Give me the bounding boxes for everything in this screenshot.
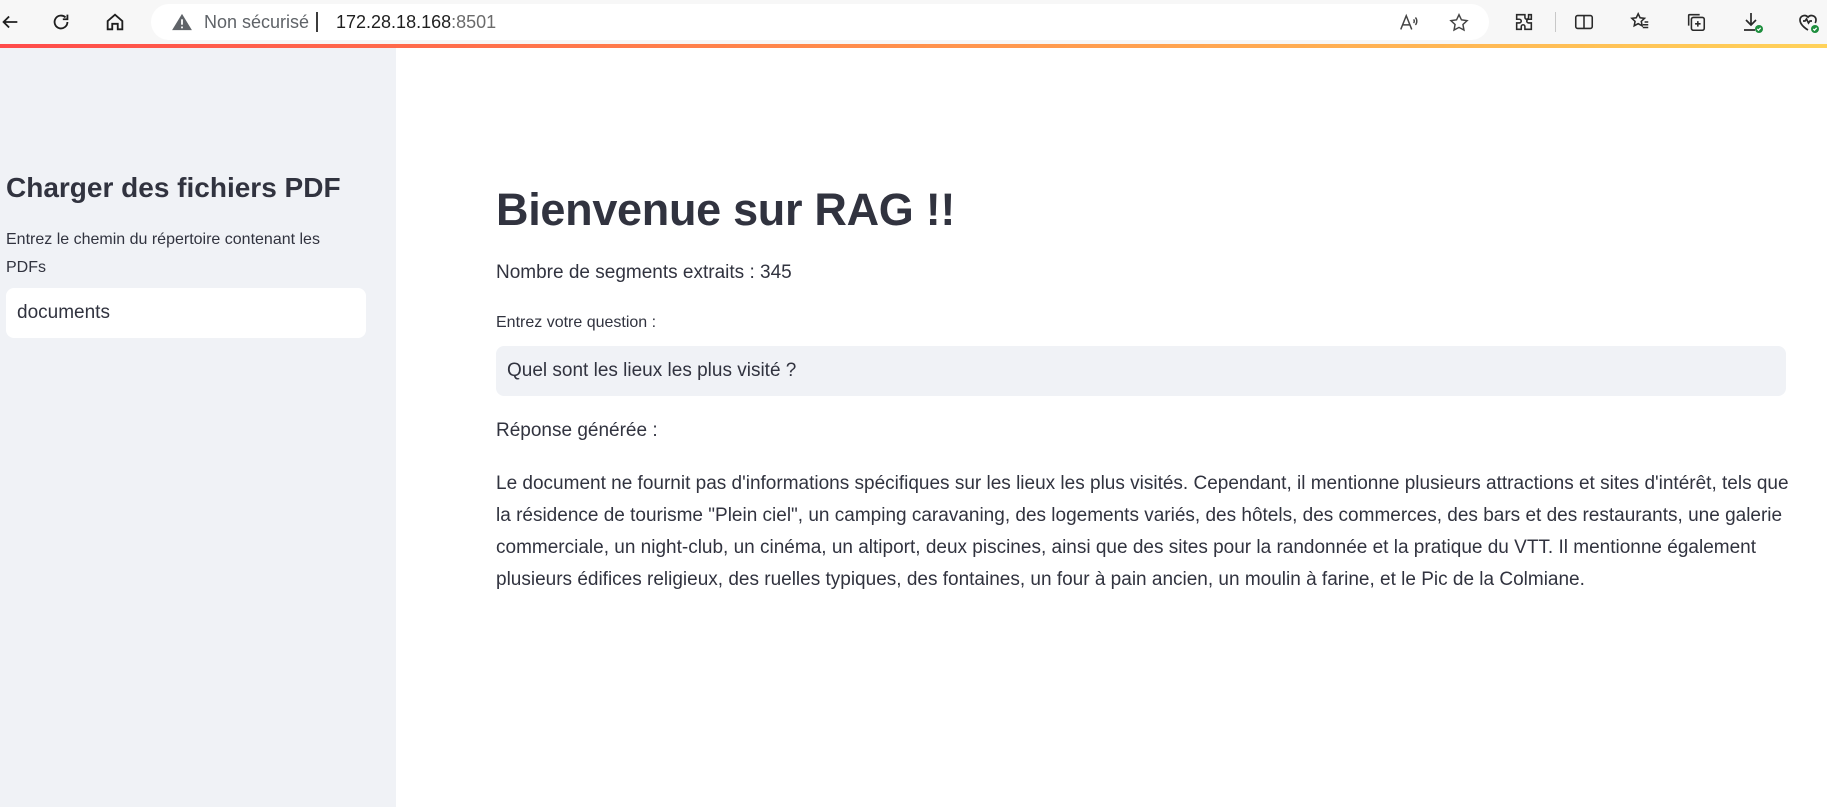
sidebar-title: Charger des fichiers PDF — [6, 172, 341, 203]
url-text[interactable]: 172.28.18.168:8501 — [336, 12, 496, 33]
response-text: Le document ne fournit pas d'information… — [496, 473, 1789, 590]
toolbar-separator — [1555, 12, 1556, 32]
extensions-icon[interactable] — [1511, 9, 1537, 35]
home-icon[interactable] — [99, 6, 131, 38]
url-separator — [316, 12, 318, 32]
browser-toolbar: Non sécurisé 172.28.18.168:8501 — [0, 0, 1827, 44]
sidebar: Charger des fichiers PDF Entrez le chemi… — [0, 48, 396, 807]
browser-essentials-icon[interactable] — [1795, 9, 1821, 35]
security-status-label[interactable]: Non sécurisé — [204, 12, 309, 33]
back-arrow-icon[interactable] — [0, 6, 26, 38]
favorites-icon[interactable] — [1627, 9, 1653, 35]
segments-count-text: Nombre de segments extraits : 345 — [496, 262, 792, 283]
address-bar[interactable]: Non sécurisé 172.28.18.168:8501 — [151, 4, 1489, 40]
directory-path-input[interactable]: documents — [6, 288, 366, 338]
url-host: 172.28.18.168 — [336, 12, 452, 32]
favorite-star-icon[interactable] — [1448, 12, 1470, 34]
reload-icon[interactable] — [45, 6, 77, 38]
read-aloud-icon[interactable] — [1398, 12, 1420, 34]
question-input[interactable]: Quel sont les lieux les plus visité ? — [496, 346, 1786, 396]
directory-path-label: Entrez le chemin du répertoire contenant… — [6, 231, 320, 276]
main-content: Bienvenue sur RAG !! Nombre de segments … — [396, 48, 1827, 807]
question-label: Entrez votre question : — [496, 314, 657, 331]
url-port: :8501 — [451, 12, 497, 32]
collections-icon[interactable] — [1683, 9, 1709, 35]
page-title: Bienvenue sur RAG !! — [496, 184, 956, 235]
split-screen-icon[interactable] — [1571, 9, 1597, 35]
response-label: Réponse générée : — [496, 420, 658, 441]
downloads-icon[interactable] — [1739, 9, 1765, 35]
warning-triangle-icon[interactable] — [171, 13, 193, 31]
